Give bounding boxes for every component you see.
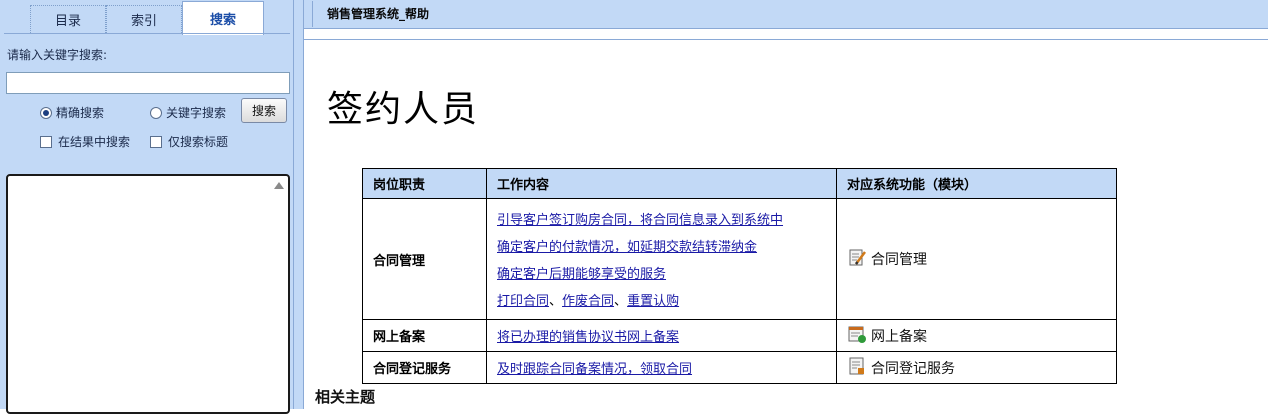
content-header: 销售管理系统_帮助 (304, 0, 1268, 29)
column-header: 工作内容 (486, 168, 837, 199)
contract-management-function[interactable]: 合同管理 (847, 247, 1106, 271)
function-label: 合同管理 (871, 252, 927, 268)
exact-search-radio[interactable]: 精确搜索 (40, 104, 104, 121)
print-contract-link[interactable]: 打印合同 (497, 290, 549, 309)
tasks-cell: 引导客户签订购房合同，将合同信息录入到系统中 确定客户的付款情况，如延期交款结转… (486, 198, 837, 320)
function-cell: 合同登记服务 (836, 351, 1117, 384)
checkbox-icon[interactable] (150, 135, 162, 148)
function-label: 网上备案 (871, 328, 927, 345)
column-header: 岗位职责 (362, 168, 487, 199)
keyword-search-label: 关键字搜索 (166, 106, 227, 120)
task-link[interactable]: 将已办理的销售协议书网上备案 (497, 326, 679, 345)
table-header-row: 岗位职责 工作内容 对应系统功能（模块） (362, 168, 1117, 199)
nav-tabs: 目录 索引 搜索 (30, 1, 264, 35)
void-contract-link[interactable]: 作废合同 (562, 290, 614, 309)
checkbox-icon[interactable] (40, 135, 52, 148)
tab-divider (4, 33, 290, 34)
pane-splitter[interactable] (294, 0, 304, 409)
table-row: 合同登记服务 及时跟踪合同备案情况，领取合同 合同登记服务 (362, 351, 1117, 384)
related-topics-heading: 相关主题 (315, 388, 376, 406)
navigation-pane: 目录 索引 搜索 请输入关键字搜索: 精确搜索 关键字搜索 搜索 在结果中搜索 … (0, 0, 294, 414)
column-header: 对应系统功能（模块） (836, 168, 1117, 199)
search-in-results-label: 在结果中搜索 (58, 135, 131, 149)
scroll-up-arrow-icon[interactable] (274, 182, 284, 189)
table-row: 合同管理 引导客户签订购房合同，将合同信息录入到系统中 确定客户的付款情况，如延… (362, 198, 1117, 320)
task-link[interactable]: 引导客户签订购房合同，将合同信息录入到系统中 (497, 209, 783, 228)
online-filing-icon (847, 324, 867, 348)
search-prompt-label: 请输入关键字搜索: (7, 48, 108, 62)
help-title: 销售管理系统_帮助 (312, 1, 1268, 27)
contract-edit-icon (847, 247, 867, 271)
table-row: 网上备案 将已办理的销售协议书网上备案 网上备案 (362, 319, 1117, 352)
tab-index[interactable]: 索引 (106, 5, 182, 33)
search-input[interactable] (6, 72, 290, 94)
task-link[interactable]: 确定客户的付款情况，如延期交款结转滞纳金 (497, 236, 757, 255)
radio-selected-icon[interactable] (40, 106, 52, 119)
task-link[interactable]: 确定客户后期能够享受的服务 (497, 263, 666, 282)
keyword-search-radio[interactable]: 关键字搜索 (150, 104, 226, 121)
function-label: 合同登记服务 (871, 360, 955, 377)
search-in-results-checkbox[interactable]: 在结果中搜索 (40, 133, 130, 150)
function-cell: 网上备案 (836, 319, 1117, 352)
role-cell: 合同管理 (362, 198, 487, 320)
search-button[interactable]: 搜索 (241, 98, 287, 123)
title-only-checkbox[interactable]: 仅搜索标题 (150, 133, 228, 150)
separator: 、 (549, 294, 563, 309)
role-cell: 网上备案 (362, 319, 487, 352)
tab-contents[interactable]: 目录 (30, 5, 106, 33)
function-cell: 合同管理 (836, 198, 1117, 320)
tasks-cell: 及时跟踪合同备案情况，领取合同 (486, 351, 837, 384)
radio-unselected-icon[interactable] (150, 106, 162, 119)
role-cell: 合同登记服务 (362, 351, 487, 384)
contract-register-icon (847, 356, 867, 380)
contract-register-function[interactable]: 合同登记服务 (847, 356, 1106, 380)
tasks-cell: 将已办理的销售协议书网上备案 (486, 319, 837, 352)
online-filing-function[interactable]: 网上备案 (847, 324, 1106, 348)
responsibility-table: 岗位职责 工作内容 对应系统功能（模块） 合同管理 引导客户签订购房合同，将合同… (362, 168, 1117, 384)
reset-subscription-link[interactable]: 重置认购 (627, 290, 679, 309)
search-results-list[interactable] (6, 174, 290, 414)
separator: 、 (614, 294, 628, 309)
page-title: 签约人员 (327, 89, 480, 130)
header-separator (304, 29, 1268, 40)
task-link[interactable]: 及时跟踪合同备案情况，领取合同 (497, 358, 692, 377)
tab-search[interactable]: 搜索 (182, 1, 264, 35)
exact-search-label: 精确搜索 (56, 106, 105, 120)
title-only-label: 仅搜索标题 (168, 135, 229, 149)
